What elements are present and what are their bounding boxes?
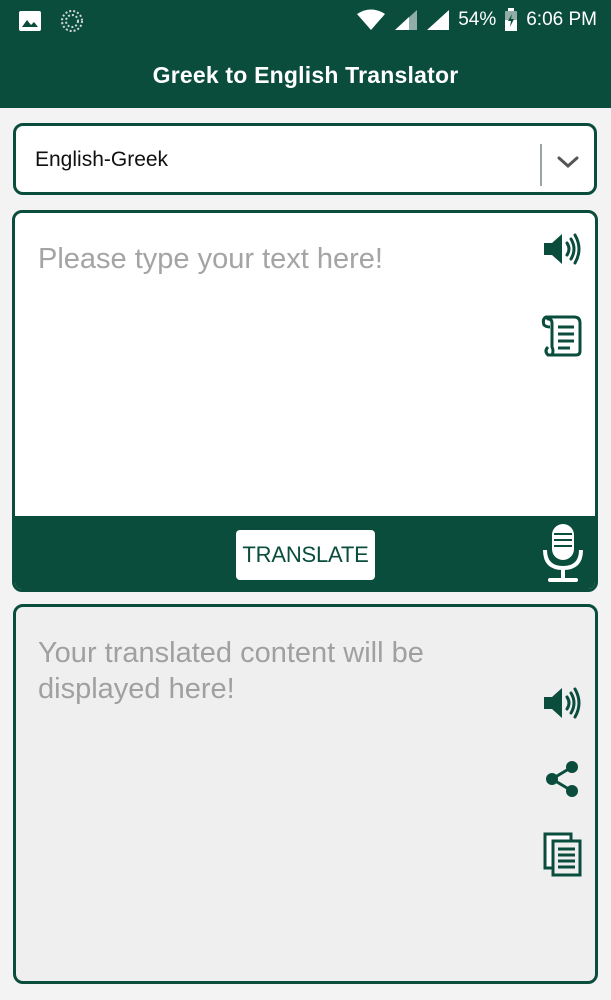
signal-icon (427, 10, 450, 30)
status-bar: 54% 6:06 PM (0, 0, 611, 42)
speaker-icon[interactable] (542, 232, 582, 266)
select-divider (540, 144, 542, 186)
copy-icon[interactable] (543, 832, 583, 878)
input-text-area[interactable]: Please type your text here! (38, 243, 383, 276)
action-bar: TRANSLATE (15, 516, 595, 589)
share-icon[interactable] (544, 760, 580, 798)
wifi-icon (357, 9, 386, 30)
app-title: Greek to English Translator (152, 61, 459, 88)
signal-icon (395, 10, 418, 30)
output-text-area: Your translated content will be displaye… (38, 637, 424, 705)
speaker-icon[interactable] (542, 686, 582, 720)
language-select-value: English-Greek (35, 148, 169, 171)
app-bar: Greek to English Translator (0, 42, 611, 108)
input-card: Please type your text here! TRANSLATE (12, 210, 598, 592)
output-card: Your translated content will be displaye… (13, 604, 598, 984)
loading-icon (61, 10, 83, 32)
clock: 6:06 PM (526, 9, 597, 30)
battery-percent: 54% (458, 9, 497, 30)
chevron-down-icon[interactable] (556, 154, 580, 170)
translate-button[interactable]: TRANSLATE (236, 530, 375, 580)
language-select[interactable]: English-Greek (13, 123, 597, 195)
microphone-icon[interactable] (540, 522, 586, 586)
scroll-icon[interactable] (540, 313, 584, 357)
gallery-icon (19, 11, 41, 31)
battery-charging-icon (505, 8, 518, 31)
